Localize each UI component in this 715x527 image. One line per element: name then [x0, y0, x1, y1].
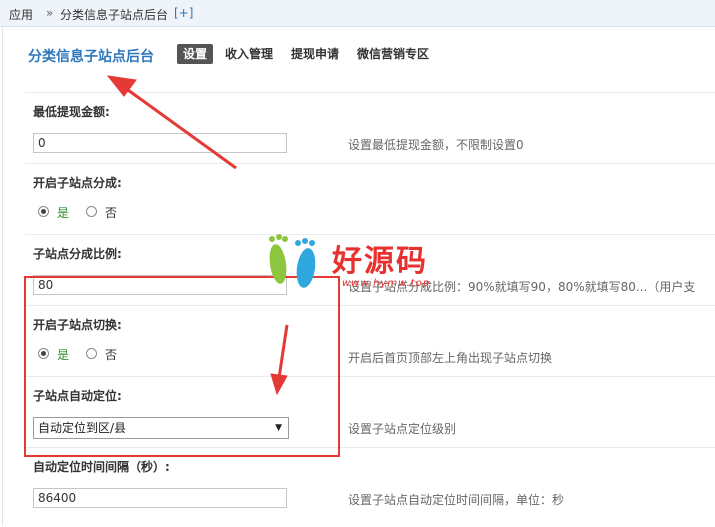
watermark-text: 好源码 — [332, 244, 428, 279]
annotation-arrow-head-2 — [270, 373, 288, 396]
watermark: 好源码 www.hymw.top — [262, 230, 452, 300]
footprints-logo-icon — [269, 234, 316, 288]
annotation-arrow-line-1 — [127, 88, 237, 170]
watermark-url: www.hymw.top — [342, 278, 431, 289]
annotation-arrow-line-2 — [277, 324, 289, 379]
